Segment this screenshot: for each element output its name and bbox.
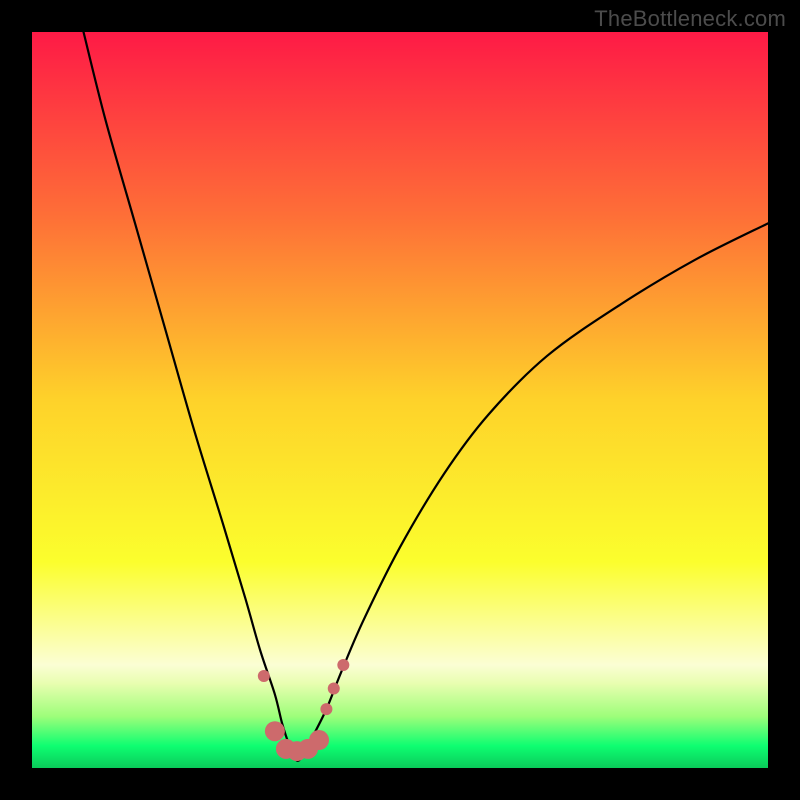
trough-marker <box>328 683 340 695</box>
plot-area <box>32 32 768 768</box>
trough-marker <box>258 670 270 682</box>
trough-marker <box>265 721 285 741</box>
trough-marker <box>309 730 329 750</box>
gradient-background <box>32 32 768 768</box>
trough-marker <box>337 659 349 671</box>
watermark-text: TheBottleneck.com <box>594 6 786 32</box>
chart-frame: TheBottleneck.com <box>0 0 800 800</box>
trough-marker <box>320 703 332 715</box>
bottleneck-chart <box>32 32 768 768</box>
